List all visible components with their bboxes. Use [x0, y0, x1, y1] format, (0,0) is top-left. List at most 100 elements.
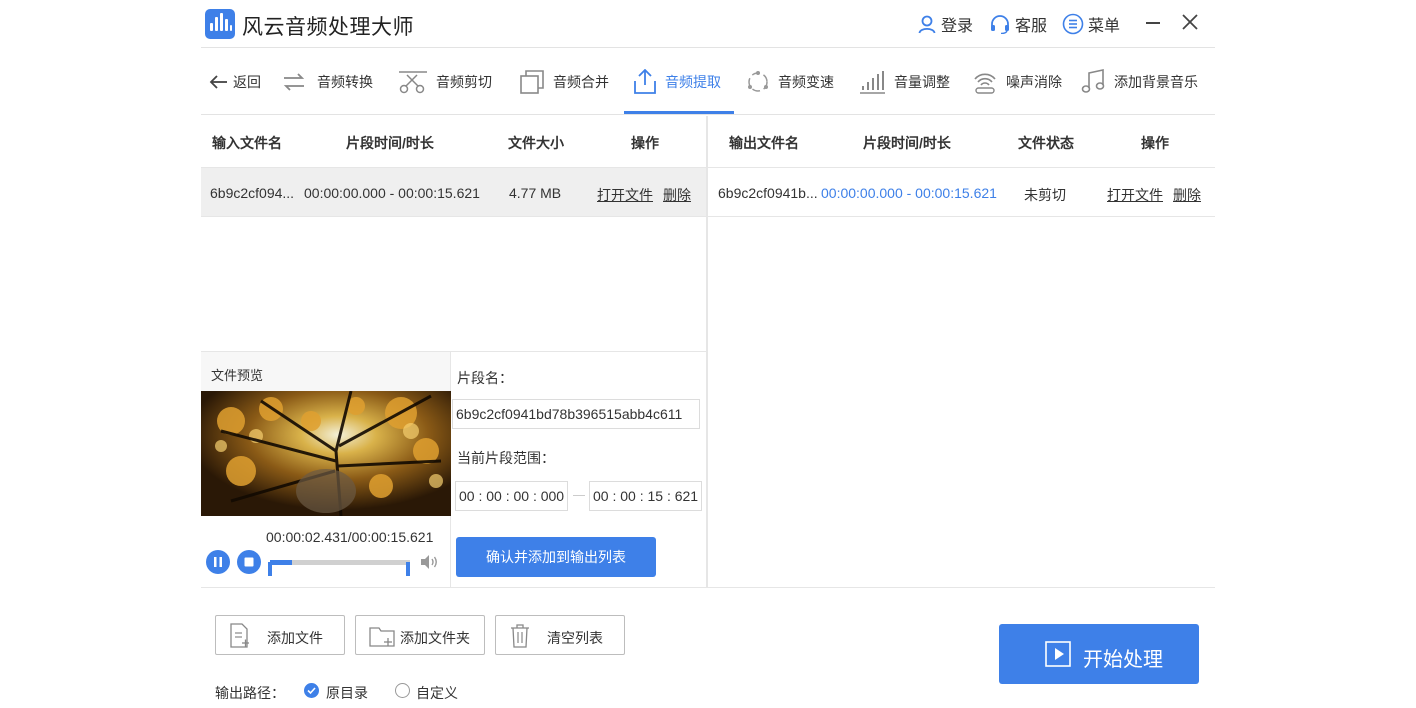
clip-panel-top-border	[451, 351, 706, 352]
output-time-range: 00:00:00.000 - 00:00:15.621	[821, 185, 997, 201]
output-table-header: 输出文件名 片段时间/时长 文件状态 操作	[708, 116, 1215, 166]
range-separator	[573, 495, 585, 496]
output-path-label: 输出路径：	[215, 685, 285, 701]
tool-label: 噪声消除	[1006, 74, 1062, 90]
app-title: 风云音频处理大师	[242, 16, 414, 39]
start-processing-button[interactable]: 开始处理	[999, 624, 1199, 684]
back-button[interactable]: 返回	[209, 49, 261, 115]
tool-audio-cut[interactable]: 音频剪切	[398, 49, 492, 115]
playback-time-readout: 00:00:02.431/00:00:15.621	[266, 529, 434, 545]
user-icon	[918, 15, 936, 34]
app-logo-icon	[205, 9, 235, 39]
service-label: 客服	[1015, 18, 1048, 35]
input-time-range: 00:00:00.000 - 00:00:15.621	[304, 185, 480, 201]
preview-header: 文件预览	[201, 351, 451, 391]
input-filename: 6b9c2cf094...	[210, 185, 295, 201]
tool-label: 音频提取	[665, 74, 721, 90]
output-file-status: 未剪切	[1024, 187, 1066, 203]
tool-label: 添加背景音乐	[1114, 74, 1198, 90]
preview-title: 文件预览	[211, 368, 264, 383]
clip-start-time-input[interactable]: 00 : 00 : 00 : 000	[455, 481, 568, 511]
clip-range-label: 当前片段范围：	[457, 450, 555, 466]
speed-icon	[748, 71, 768, 92]
pause-button[interactable]	[206, 550, 230, 574]
clip-name-label: 片段名：	[457, 370, 513, 386]
clip-name-input[interactable]: 6b9c2cf0941bd78b396515abb4c611	[452, 399, 700, 429]
radio-custom-directory[interactable]	[395, 683, 410, 698]
column-header: 文件状态	[1018, 135, 1074, 151]
title-bar: 风云音频处理大师 登录 客服 菜单	[201, 0, 1215, 48]
playback-progress-bar[interactable]	[270, 560, 410, 565]
delete-link[interactable]: 删除	[1173, 185, 1201, 205]
tool-label: 音频剪切	[436, 74, 492, 90]
tool-audio-extract[interactable]: 音频提取	[633, 49, 721, 115]
tool-audio-speed[interactable]: 音频变速	[746, 49, 834, 115]
tool-label: 音量调整	[894, 74, 950, 90]
clear-list-button[interactable]: 清空列表	[495, 615, 625, 655]
check-icon	[307, 687, 316, 695]
radio-custom-label[interactable]: 自定义	[416, 683, 458, 703]
clear-list-label: 清空列表	[547, 630, 603, 646]
menu-label: 菜单	[1088, 18, 1121, 35]
tool-label: 音频合并	[553, 74, 609, 90]
radio-original-label[interactable]: 原目录	[326, 683, 368, 703]
minimize-icon[interactable]	[1146, 22, 1160, 24]
video-preview[interactable]	[201, 391, 451, 516]
add-file-button[interactable]: 添加文件	[215, 615, 345, 655]
add-folder-label: 添加文件夹	[400, 630, 470, 646]
play-icon	[1045, 641, 1071, 667]
extract-icon	[634, 69, 656, 94]
login-label: 登录	[941, 18, 974, 35]
close-icon[interactable]	[1179, 11, 1201, 33]
delete-link[interactable]: 删除	[663, 185, 691, 205]
clip-end-handle[interactable]	[406, 562, 410, 576]
customer-service-button[interactable]: 客服	[989, 12, 1047, 36]
login-button[interactable]: 登录	[917, 12, 973, 36]
menu-list-icon	[1062, 13, 1084, 35]
radio-original-directory[interactable]	[304, 683, 319, 698]
function-toolbar: 返回 音频转换 音频剪切 音频合并 音频提取 音频变速 音量调整 噪声消除 添加…	[201, 49, 1215, 115]
add-folder-button[interactable]: 添加文件夹	[355, 615, 485, 655]
volume-bars-icon	[860, 71, 885, 94]
open-file-link[interactable]: 打开文件	[597, 185, 653, 205]
open-file-link[interactable]: 打开文件	[1107, 185, 1163, 205]
add-file-label: 添加文件	[267, 630, 323, 646]
pause-icon	[214, 557, 222, 567]
tool-noise-removal[interactable]: 噪声消除	[972, 49, 1062, 115]
output-filename: 6b9c2cf0941b...	[718, 185, 818, 201]
convert-icon	[283, 73, 305, 91]
tool-audio-convert[interactable]: 音频转换	[281, 49, 373, 115]
tool-volume-adjust[interactable]: 音量调整	[858, 49, 950, 115]
column-header: 操作	[631, 135, 659, 151]
stop-button[interactable]	[237, 550, 261, 574]
scissors-icon	[399, 71, 427, 94]
table-row[interactable]: 6b9c2cf0941b... 00:00:00.000 - 00:00:15.…	[708, 167, 1215, 217]
table-row[interactable]: 6b9c2cf094... 00:00:00.000 - 00:00:15.62…	[201, 167, 706, 217]
back-label: 返回	[233, 74, 261, 90]
column-header: 输入文件名	[212, 135, 282, 151]
trash-icon	[511, 624, 529, 648]
menu-button[interactable]: 菜单	[1062, 12, 1120, 36]
playback-progress-fill	[270, 560, 293, 565]
tool-add-background-music[interactable]: 添加背景音乐	[1080, 49, 1198, 115]
column-header: 输出文件名	[729, 135, 799, 151]
column-header: 操作	[1141, 135, 1169, 151]
headset-icon	[991, 15, 1009, 34]
tool-audio-merge[interactable]: 音频合并	[519, 49, 609, 115]
add-file-icon	[230, 623, 249, 648]
tool-label: 音频变速	[778, 74, 834, 90]
column-header: 文件大小	[508, 135, 564, 151]
panel-divider	[706, 116, 708, 588]
arrow-left-icon	[209, 75, 227, 89]
column-header: 片段时间/时长	[863, 135, 951, 151]
clip-start-handle[interactable]	[268, 562, 272, 576]
add-folder-icon	[369, 627, 395, 647]
video-frame-image	[201, 391, 451, 516]
input-table-header: 输入文件名 片段时间/时长 文件大小 操作	[201, 116, 706, 166]
clip-end-time-input[interactable]: 00 : 00 : 15 : 621	[589, 481, 702, 511]
volume-icon[interactable]	[419, 554, 439, 570]
confirm-add-to-output-button[interactable]: 确认并添加到输出列表	[456, 537, 656, 577]
tool-label: 音频转换	[317, 74, 373, 90]
noise-icon	[974, 73, 996, 94]
music-note-icon	[1081, 69, 1105, 93]
